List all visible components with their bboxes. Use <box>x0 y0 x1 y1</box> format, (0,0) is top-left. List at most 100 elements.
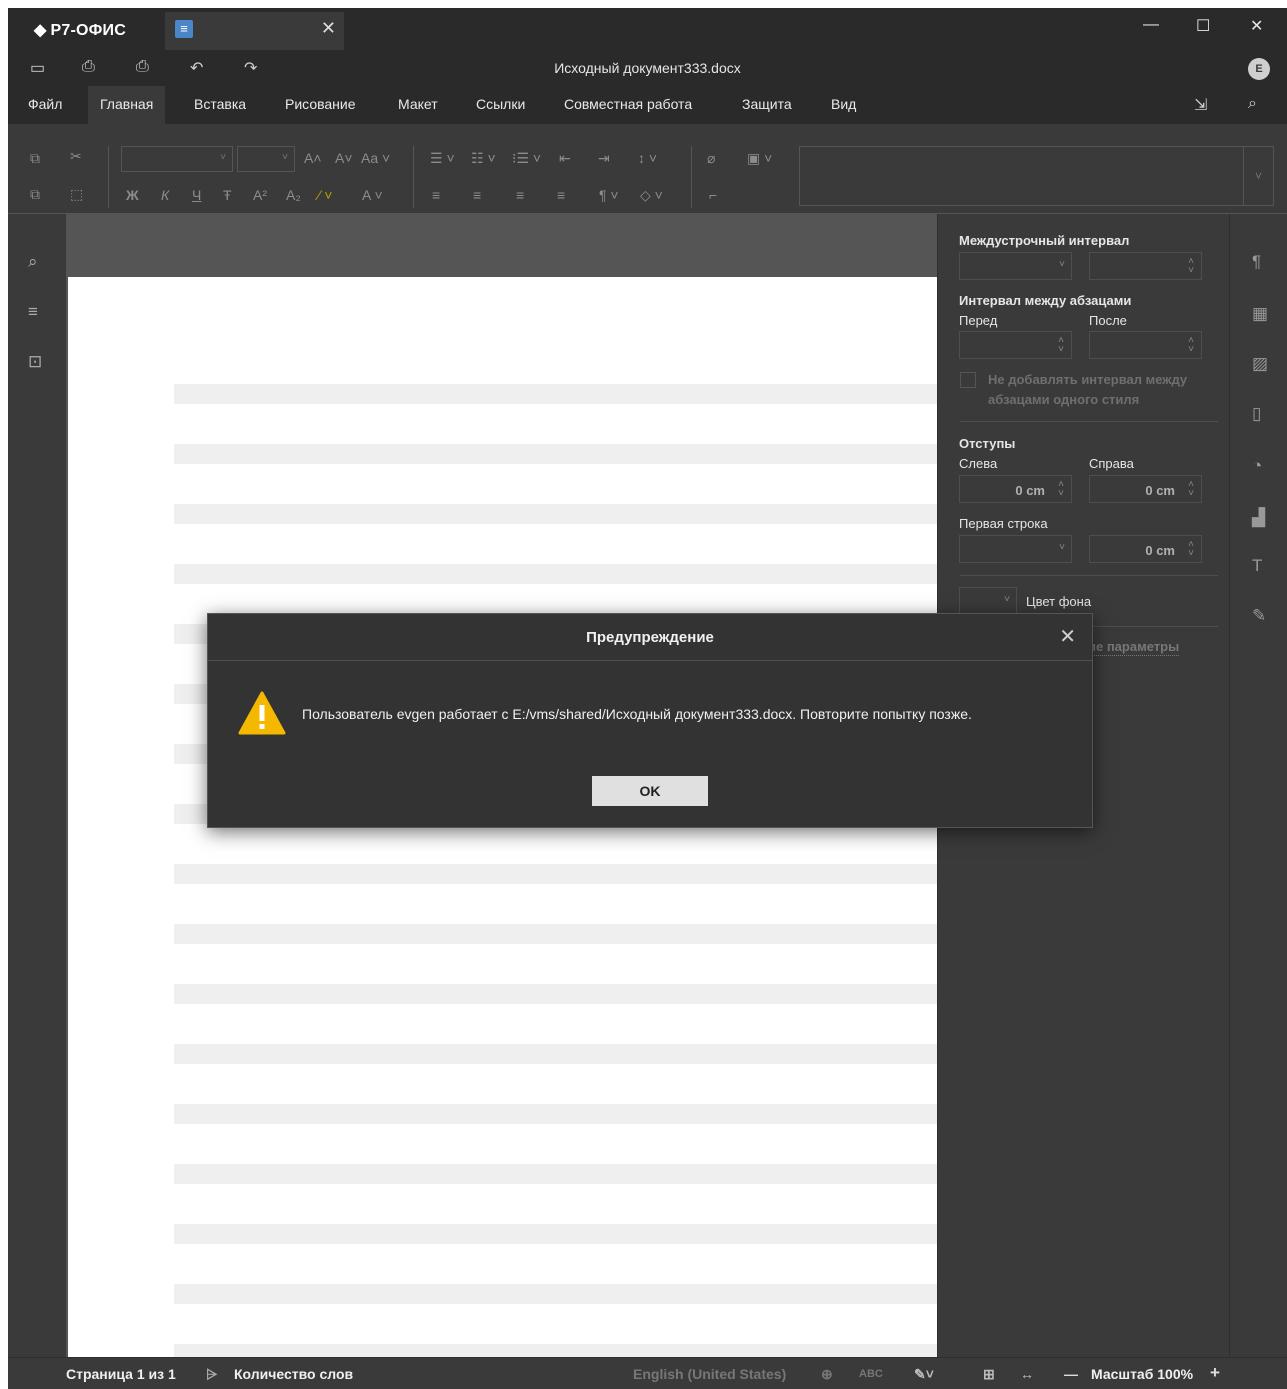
decrease-font-icon[interactable]: A˅ <box>335 150 353 166</box>
tab-file[interactable]: Файл <box>16 86 74 124</box>
search-icon[interactable]: ⌕ <box>1248 95 1257 113</box>
font-size-select[interactable]: ˅ <box>237 146 295 172</box>
tab-home[interactable]: Главная <box>88 86 166 124</box>
increase-font-icon[interactable]: A˄ <box>304 150 322 166</box>
app-brand: ◆ Р7-ОФИС <box>34 20 126 40</box>
superscript-button[interactable]: A² <box>253 187 267 203</box>
numbering-icon[interactable]: ☷ ˅ <box>471 150 496 167</box>
chevron-down-icon[interactable]: ˅ <box>1243 147 1273 205</box>
first-line-type-select[interactable]: ˅ <box>959 535 1072 563</box>
font-color-icon[interactable]: A ˅ <box>362 187 383 203</box>
highlight-icon[interactable]: ⁄ ˅ <box>318 187 332 203</box>
close-tab-button[interactable]: ✕ <box>321 18 336 39</box>
word-count-icon: ⩥ <box>206 1366 218 1382</box>
shading-icon[interactable]: ◇ ˅ <box>640 187 663 204</box>
change-case-icon[interactable]: Aa ˅ <box>361 150 390 166</box>
tab-collaboration[interactable]: Совместная работа <box>552 86 704 124</box>
word-count-button[interactable]: Количество слов <box>234 1366 353 1382</box>
justify-icon[interactable]: ≡ <box>557 187 565 203</box>
line-spacing-type-select[interactable]: ˅ <box>959 252 1072 280</box>
styles-gallery[interactable]: ˅ <box>799 146 1274 206</box>
multilevel-list-icon[interactable]: ⁝☰ ˅ <box>512 150 541 167</box>
warning-dialog: Предупреждение ✕ Пользователь evgen рабо… <box>207 613 1093 828</box>
open-location-icon[interactable]: ⇲ <box>1194 95 1207 115</box>
bullets-icon[interactable]: ☰ ˅ <box>430 150 455 167</box>
text-placeholder-line <box>174 564 937 584</box>
zoom-out-button[interactable]: — <box>1064 1366 1078 1382</box>
align-left-icon[interactable]: ≡ <box>432 187 440 203</box>
spacing-after-input[interactable]: ˄ ˅ <box>1089 331 1202 359</box>
signature-icon[interactable]: ✎ <box>1252 606 1266 626</box>
fit-width-icon[interactable]: ↔ <box>1020 1366 1034 1382</box>
tab-view[interactable]: Вид <box>819 86 868 124</box>
line-spacing-value-input[interactable]: ˄ ˅ <box>1089 252 1202 280</box>
background-color-picker[interactable]: ˅ <box>959 587 1017 615</box>
fit-page-icon[interactable]: ⊞ <box>983 1366 995 1383</box>
paste-icon[interactable]: ⧉ <box>30 186 40 203</box>
chart-settings-icon[interactable]: ▟ <box>1252 508 1265 528</box>
subscript-button[interactable]: A₂ <box>286 187 301 203</box>
undo-icon[interactable]: ↶ <box>190 58 203 78</box>
decrease-indent-icon[interactable]: ⇤ <box>559 150 571 167</box>
globe-icon[interactable]: ⊕ <box>821 1366 833 1383</box>
text-placeholder-line <box>174 1344 937 1357</box>
zoom-in-button[interactable]: + <box>1210 1363 1220 1383</box>
line-spacing-icon[interactable]: ↕ ˅ <box>638 150 657 166</box>
left-sidebar: ⌕ ≡ ⊡ <box>8 214 66 1357</box>
tab-protection[interactable]: Защита <box>730 86 804 124</box>
logo-icon: ◆ <box>34 22 47 39</box>
save-icon[interactable]: ▭ <box>30 58 45 78</box>
tab-layout[interactable]: Макет <box>386 86 450 124</box>
clear-style-icon[interactable]: ⌀ <box>707 150 715 167</box>
close-icon[interactable]: ✕ <box>1059 624 1076 649</box>
zoom-level[interactable]: Масштаб 100% <box>1091 1366 1193 1382</box>
page-indicator[interactable]: Страница 1 из 1 <box>66 1366 176 1382</box>
paragraph-marks-icon[interactable]: ¶ ˅ <box>599 187 619 203</box>
select-all-icon[interactable]: ⬚ <box>70 186 83 203</box>
navigation-icon[interactable]: ≡ <box>28 302 38 322</box>
no-space-checkbox[interactable] <box>960 372 976 388</box>
text-placeholder-line <box>174 984 937 1004</box>
tab-insert[interactable]: Вставка <box>182 86 258 124</box>
tab-references[interactable]: Ссылки <box>464 86 537 124</box>
font-family-select[interactable]: ˅ <box>121 146 233 172</box>
close-window-button[interactable]: ✕ <box>1250 16 1263 36</box>
first-line-value-input[interactable]: 0 cm ˄ ˅ <box>1089 535 1202 563</box>
minimize-button[interactable]: — <box>1143 16 1159 34</box>
redo-icon[interactable]: ↷ <box>244 58 257 78</box>
spellcheck-icon[interactable]: ABC <box>859 1368 883 1380</box>
quick-print-icon[interactable]: ⎙ <box>136 58 149 76</box>
align-center-icon[interactable]: ≡ <box>473 187 481 203</box>
tab-draw[interactable]: Рисование <box>273 86 368 124</box>
search-icon[interactable]: ⌕ <box>28 252 38 272</box>
shape-settings-icon[interactable]: ◔ <box>1252 456 1262 476</box>
align-right-icon[interactable]: ≡ <box>516 187 524 203</box>
maximize-button[interactable]: ☐ <box>1196 16 1210 36</box>
italic-button[interactable]: К <box>161 187 169 203</box>
advanced-settings-link[interactable]: ие параметры <box>1088 639 1180 656</box>
paragraph-settings-icon[interactable]: ¶ <box>1252 252 1261 272</box>
spacing-before-input[interactable]: ˄ ˅ <box>959 331 1072 359</box>
lock-icon[interactable]: ⊡ <box>28 352 42 372</box>
ok-button[interactable]: OK <box>592 776 708 806</box>
bold-button[interactable]: Ж <box>126 187 139 203</box>
indent-left-input[interactable]: 0 cm ˄ ˅ <box>959 475 1072 503</box>
underline-button[interactable]: Ч <box>192 187 201 203</box>
image-settings-icon[interactable]: ▨ <box>1252 354 1268 374</box>
document-tab[interactable]: ≡ ✕ <box>165 12 344 50</box>
language-select[interactable]: English (United States) <box>633 1366 786 1382</box>
increase-indent-icon[interactable]: ⇥ <box>598 150 610 167</box>
color-scheme-icon[interactable]: ▣ ˅ <box>747 150 772 167</box>
table-settings-icon[interactable]: ▦ <box>1252 304 1268 324</box>
header-footer-icon[interactable]: ▯ <box>1252 404 1261 424</box>
cut-icon[interactable]: ✂ <box>70 148 82 165</box>
menu-bar: Файл Главная Вставка Рисование Макет Ссы… <box>8 86 1287 124</box>
copy-icon[interactable]: ⧉ <box>30 150 40 167</box>
indent-right-input[interactable]: 0 cm ˄ ˅ <box>1089 475 1202 503</box>
copy-style-icon[interactable]: ⌐ <box>709 187 717 203</box>
text-art-icon[interactable]: T <box>1252 556 1262 576</box>
print-icon[interactable]: ⎙ <box>82 58 95 76</box>
strikethrough-button[interactable]: Ŧ <box>223 187 232 203</box>
track-changes-icon[interactable]: ✎˅ <box>914 1366 934 1383</box>
user-avatar[interactable]: E <box>1248 58 1270 80</box>
